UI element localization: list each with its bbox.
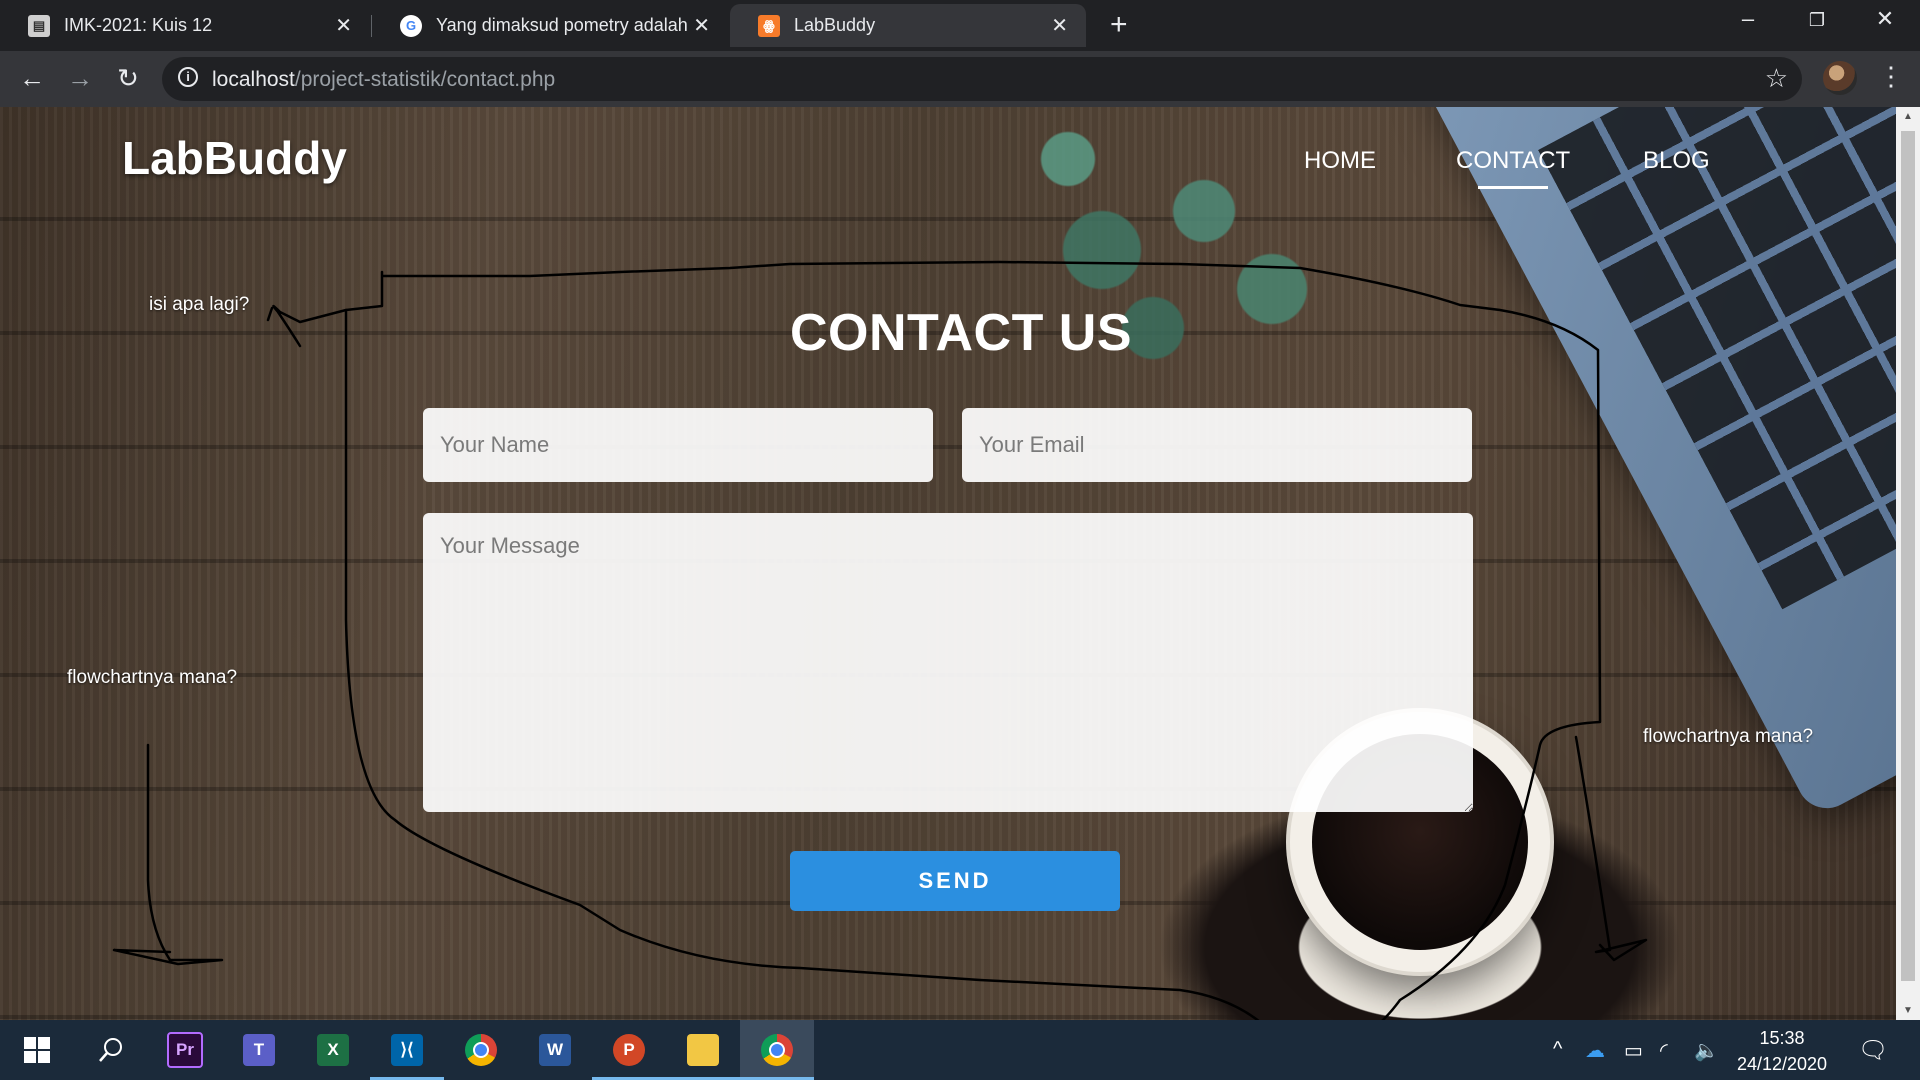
new-tab-plus-icon[interactable]: + <box>1110 8 1128 42</box>
annotation-note: flowchartnya mana? <box>1643 726 1814 747</box>
clock-time: 15:38 <box>1759 1028 1805 1048</box>
url-host: localhost <box>212 68 295 91</box>
page-title: CONTACT US <box>790 304 1133 362</box>
tab-title: Yang dimaksud pometry adalah : <box>436 15 688 35</box>
tab-title: IMK-2021: Kuis 12 <box>64 15 213 35</box>
clock-date: 24/12/2020 <box>1736 1054 1828 1074</box>
close-window-icon[interactable]: ✕ <box>1870 6 1900 32</box>
page-scrollbar[interactable]: ▲ ▼ <box>1896 107 1920 1020</box>
taskbar-excel[interactable]: X <box>296 1020 370 1080</box>
nav-contact[interactable]: CONTACT <box>1456 147 1570 189</box>
more-menu-icon[interactable]: ⋮ <box>1878 61 1904 92</box>
premiere-icon: Pr <box>167 1032 203 1068</box>
chrome-icon <box>465 1034 497 1066</box>
teams-icon: T <box>243 1034 275 1066</box>
nav-home[interactable]: HOME <box>1304 147 1376 175</box>
system-clock[interactable]: 15:38 24/12/2020 <box>1722 1025 1842 1077</box>
word-icon: W <box>539 1034 571 1066</box>
scroll-up-icon[interactable]: ▲ <box>1896 111 1920 122</box>
taskbar-vscode[interactable]: ⟩⟨ <box>370 1020 444 1080</box>
send-button[interactable]: SEND <box>790 851 1120 911</box>
annotation-note: isi apa lagi? <box>149 294 250 315</box>
browser-tab-strip: ▤ IMK-2021: Kuis 12 ✕ G Yang dimaksud po… <box>0 0 1920 51</box>
search-button[interactable] <box>74 1020 148 1080</box>
battery-icon[interactable]: ▭ <box>1624 1038 1643 1063</box>
notifications-icon[interactable]: 🗨 <box>1858 1036 1888 1065</box>
forward-arrow-icon[interactable]: → <box>62 63 98 94</box>
bookmark-star-icon[interactable]: ☆ <box>1765 63 1788 94</box>
restore-icon[interactable]: ❐ <box>1802 10 1832 31</box>
minimize-icon[interactable]: – <box>1733 6 1763 32</box>
vscode-icon: ⟩⟨ <box>391 1034 423 1066</box>
taskbar-teams[interactable]: T <box>222 1020 296 1080</box>
taskbar-powerpoint[interactable]: P <box>592 1020 666 1080</box>
tab-google-search[interactable]: G Yang dimaksud pometry adalah : ✕ <box>372 4 728 47</box>
tray-chevron-up-icon[interactable]: ^ <box>1553 1038 1562 1061</box>
taskbar-premiere[interactable]: Pr <box>148 1020 222 1080</box>
excel-icon: X <box>317 1034 349 1066</box>
start-button[interactable] <box>0 1020 74 1080</box>
page-viewport: LabBuddy HOME CONTACT BLOG CONTACT US SE… <box>0 107 1896 1020</box>
taskbar-word[interactable]: W <box>518 1020 592 1080</box>
chrome-profile-icon <box>761 1034 793 1066</box>
file-explorer-icon <box>687 1034 719 1066</box>
email-field[interactable] <box>962 408 1472 482</box>
laptop-photo-background <box>1420 107 1896 819</box>
close-icon[interactable]: ✕ <box>1051 13 1068 38</box>
xampp-icon: ꙮ <box>758 14 780 37</box>
google-icon: G <box>400 14 422 37</box>
reload-icon[interactable]: ↻ <box>110 63 146 94</box>
url-path: /project-statistik/contact.php <box>294 68 556 91</box>
message-field[interactable] <box>423 513 1473 812</box>
name-field[interactable] <box>423 408 933 482</box>
nav-blog[interactable]: BLOG <box>1643 147 1710 175</box>
tab-title: LabBuddy <box>794 15 876 35</box>
site-logo[interactable]: LabBuddy <box>122 131 347 185</box>
scrollbar-thumb[interactable] <box>1901 131 1915 981</box>
info-icon[interactable]: i <box>178 67 198 87</box>
search-icon <box>99 1038 122 1062</box>
tab-imk-kuis[interactable]: ▤ IMK-2021: Kuis 12 ✕ <box>0 4 370 47</box>
annotation-note: flowchartnya mana? <box>67 667 238 688</box>
scroll-down-icon[interactable]: ▼ <box>1896 1005 1920 1016</box>
onedrive-cloud-icon[interactable]: ☁ <box>1585 1038 1605 1063</box>
taskbar-chrome-profile[interactable] <box>740 1020 814 1080</box>
back-arrow-icon[interactable]: ← <box>14 63 50 94</box>
start-icon <box>24 1037 50 1063</box>
taskbar-chrome[interactable] <box>444 1020 518 1080</box>
close-icon[interactable]: ✕ <box>335 13 352 38</box>
tab-labbuddy[interactable]: ꙮ LabBuddy ✕ <box>730 4 1086 47</box>
browser-toolbar: ← → ↻ i localhost/project-statistik/cont… <box>0 51 1920 107</box>
windows-taskbar: Pr T X ⟩⟨ W P ^ ☁ ▭ ◜ 🔈 15:38 24/12/2020… <box>0 1020 1920 1080</box>
profile-avatar[interactable] <box>1823 61 1857 95</box>
moodle-icon: ▤ <box>28 14 50 37</box>
taskbar-file-explorer[interactable] <box>666 1020 740 1080</box>
url-text[interactable]: localhost/project-statistik/contact.php <box>212 68 555 92</box>
powerpoint-icon: P <box>613 1034 645 1066</box>
address-bar[interactable]: i localhost/project-statistik/contact.ph… <box>162 57 1802 101</box>
volume-icon[interactable]: 🔈 <box>1694 1038 1719 1063</box>
close-icon[interactable]: ✕ <box>693 13 710 38</box>
wifi-icon[interactable]: ◜ <box>1660 1038 1668 1063</box>
